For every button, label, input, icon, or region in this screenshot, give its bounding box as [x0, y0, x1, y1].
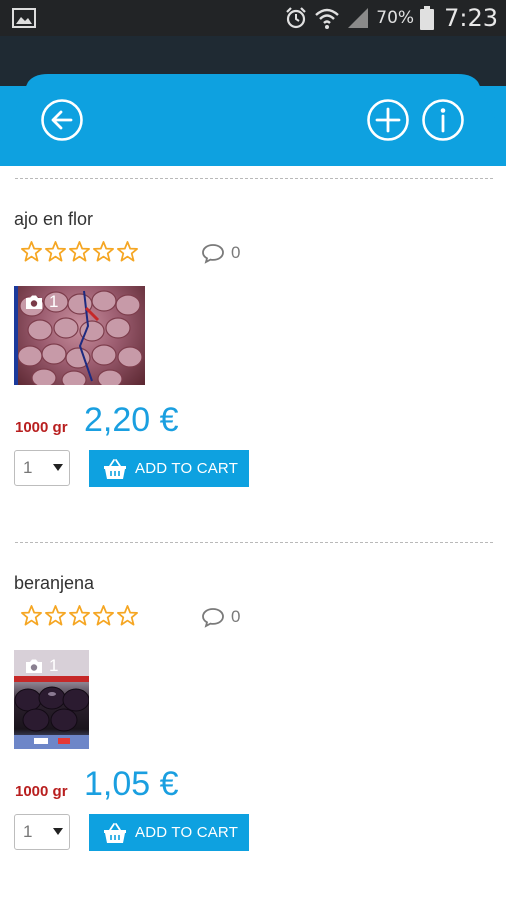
product-price: 2,20 €: [84, 401, 179, 439]
dropdown-arrow-icon: [53, 828, 63, 835]
basket-icon: [104, 458, 126, 479]
product-price: 1,05 €: [84, 765, 179, 803]
comment-count: 0: [231, 607, 241, 626]
product-divider: [15, 178, 493, 179]
product-name[interactable]: beranjena: [14, 573, 94, 594]
product-weight: 1000 gr: [15, 783, 68, 800]
photo-count: 1: [24, 656, 58, 676]
photo-count: 1: [24, 292, 58, 312]
comment-count: 0: [231, 243, 241, 262]
camera-icon: [26, 659, 42, 673]
status-bar: 70% 7:23: [0, 0, 506, 36]
battery-icon: [420, 6, 435, 30]
product-name[interactable]: ajo en flor: [14, 209, 93, 230]
dropdown-arrow-icon: [53, 464, 63, 471]
star-empty-icon: [69, 605, 90, 626]
star-empty-icon: [69, 241, 90, 262]
wifi-icon: [315, 8, 340, 29]
star-empty-icon: [117, 605, 138, 626]
add-to-cart-label: ADD TO CART: [135, 460, 239, 477]
star-empty-icon: [93, 605, 114, 626]
battery-percent: 70%: [376, 8, 415, 28]
product-thumbnail[interactable]: 1: [14, 286, 145, 385]
star-empty-icon: [93, 241, 114, 262]
add-icon: [367, 99, 409, 141]
star-empty-icon: [45, 241, 66, 262]
product-thumbnail[interactable]: 1: [14, 650, 89, 749]
clock: 7:23: [444, 4, 498, 32]
add-to-cart-button[interactable]: ADD TO CART: [89, 814, 249, 851]
comments-link[interactable]: 0: [201, 606, 240, 628]
add-to-cart-label: ADD TO CART: [135, 824, 239, 841]
basket-icon: [104, 822, 126, 843]
add-button[interactable]: [366, 98, 410, 142]
quantity-select[interactable]: 1: [14, 814, 70, 850]
gallery-notification-icon: [12, 8, 36, 28]
quantity-select[interactable]: 1: [14, 450, 70, 486]
info-icon: [422, 99, 464, 141]
back-arrow-icon: [41, 99, 83, 141]
star-empty-icon: [21, 605, 42, 626]
rating-stars[interactable]: [20, 240, 139, 263]
quantity-value: 1: [23, 458, 33, 477]
camera-icon: [26, 295, 42, 309]
star-empty-icon: [45, 605, 66, 626]
product-divider: [15, 542, 493, 543]
product-weight: 1000 gr: [15, 419, 68, 436]
comment-bubble-icon: [202, 608, 224, 628]
info-button[interactable]: [421, 98, 465, 142]
star-empty-icon: [117, 241, 138, 262]
star-empty-icon: [21, 241, 42, 262]
add-to-cart-button[interactable]: ADD TO CART: [89, 450, 249, 487]
quantity-value: 1: [23, 822, 33, 841]
back-button[interactable]: [40, 98, 84, 142]
rating-stars[interactable]: [20, 604, 139, 627]
signal-icon: [348, 8, 369, 28]
comments-link[interactable]: 0: [201, 242, 240, 264]
alarm-icon: [286, 7, 307, 29]
comment-bubble-icon: [202, 244, 224, 264]
